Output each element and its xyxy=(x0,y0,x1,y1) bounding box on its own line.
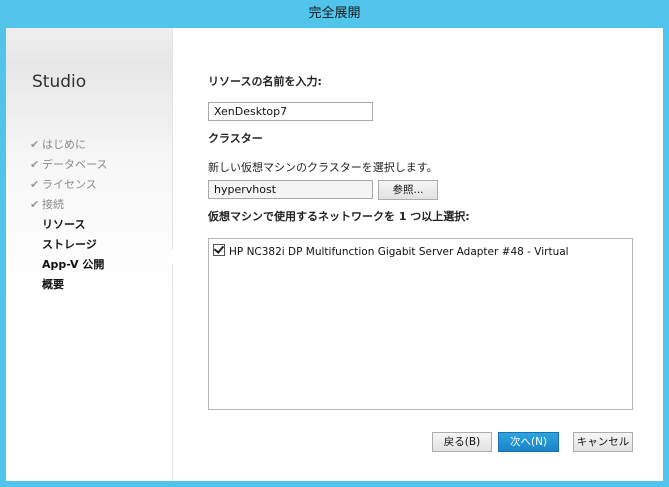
step-appv-publish: App-V 公開 xyxy=(42,258,105,271)
resource-name-label: リソースの名前を入力: xyxy=(208,75,322,88)
checkmark-icon: ✔ xyxy=(30,158,40,171)
current-step-indicator xyxy=(165,249,173,265)
checkmark-icon: ✔ xyxy=(30,178,40,191)
step-connection: ✔ 接続 xyxy=(30,195,107,215)
next-button[interactable]: 次へ(N) xyxy=(498,432,559,452)
network-checkbox[interactable] xyxy=(213,244,225,256)
step-database: ✔ データベース xyxy=(30,155,107,175)
studio-title: Studio xyxy=(32,72,87,92)
step-resources: リソース xyxy=(42,218,86,231)
step-license: ✔ ライセンス xyxy=(30,175,107,195)
back-button[interactable]: 戻る(B) xyxy=(432,432,492,452)
checkmark-icon: ✔ xyxy=(30,198,40,211)
resource-name-input[interactable]: XenDesktop7 xyxy=(208,102,373,121)
wizard-client-area: Studio ✔ はじめに ✔ データベース ✔ ライセンス ✔ 接続 リソース ストレ… xyxy=(6,28,663,481)
network-item-label: HP NC382i DP Multifunction Gigabit Serve… xyxy=(229,246,569,258)
step-summary: 概要 xyxy=(42,278,64,291)
wizard-sidebar: Studio ✔ はじめに ✔ データベース ✔ ライセンス ✔ 接続 リソース ストレ… xyxy=(6,28,173,481)
wizard-main-panel: リソースの名前を入力: XenDesktop7 クラスター 新しい仮想マシンのク… xyxy=(196,28,656,481)
cluster-field[interactable]: hypervhost xyxy=(208,180,373,199)
wizard-steps: ✔ はじめに ✔ データベース ✔ ライセンス ✔ 接続 リソース ストレージ App-… xyxy=(30,135,107,295)
cancel-button[interactable]: キャンセル xyxy=(573,432,633,452)
step-storage: ストレージ xyxy=(42,238,97,251)
cluster-heading: クラスター xyxy=(208,132,263,145)
window-bottom-border xyxy=(0,481,669,487)
cluster-instruction: 新しい仮想マシンのクラスターを選択します。 xyxy=(208,161,438,174)
step-intro: ✔ はじめに xyxy=(30,135,107,155)
network-heading: 仮想マシンで使用するネットワークを 1 つ以上選択: xyxy=(208,210,470,223)
window-titlebar: 完全展開 xyxy=(0,0,669,28)
network-list-item[interactable]: HP NC382i DP Multifunction Gigabit Serve… xyxy=(213,244,569,259)
checkmark-icon: ✔ xyxy=(30,138,40,151)
browse-button[interactable]: 参照... xyxy=(378,180,438,200)
window-title: 完全展開 xyxy=(308,6,361,21)
network-list[interactable]: HP NC382i DP Multifunction Gigabit Serve… xyxy=(208,238,633,410)
